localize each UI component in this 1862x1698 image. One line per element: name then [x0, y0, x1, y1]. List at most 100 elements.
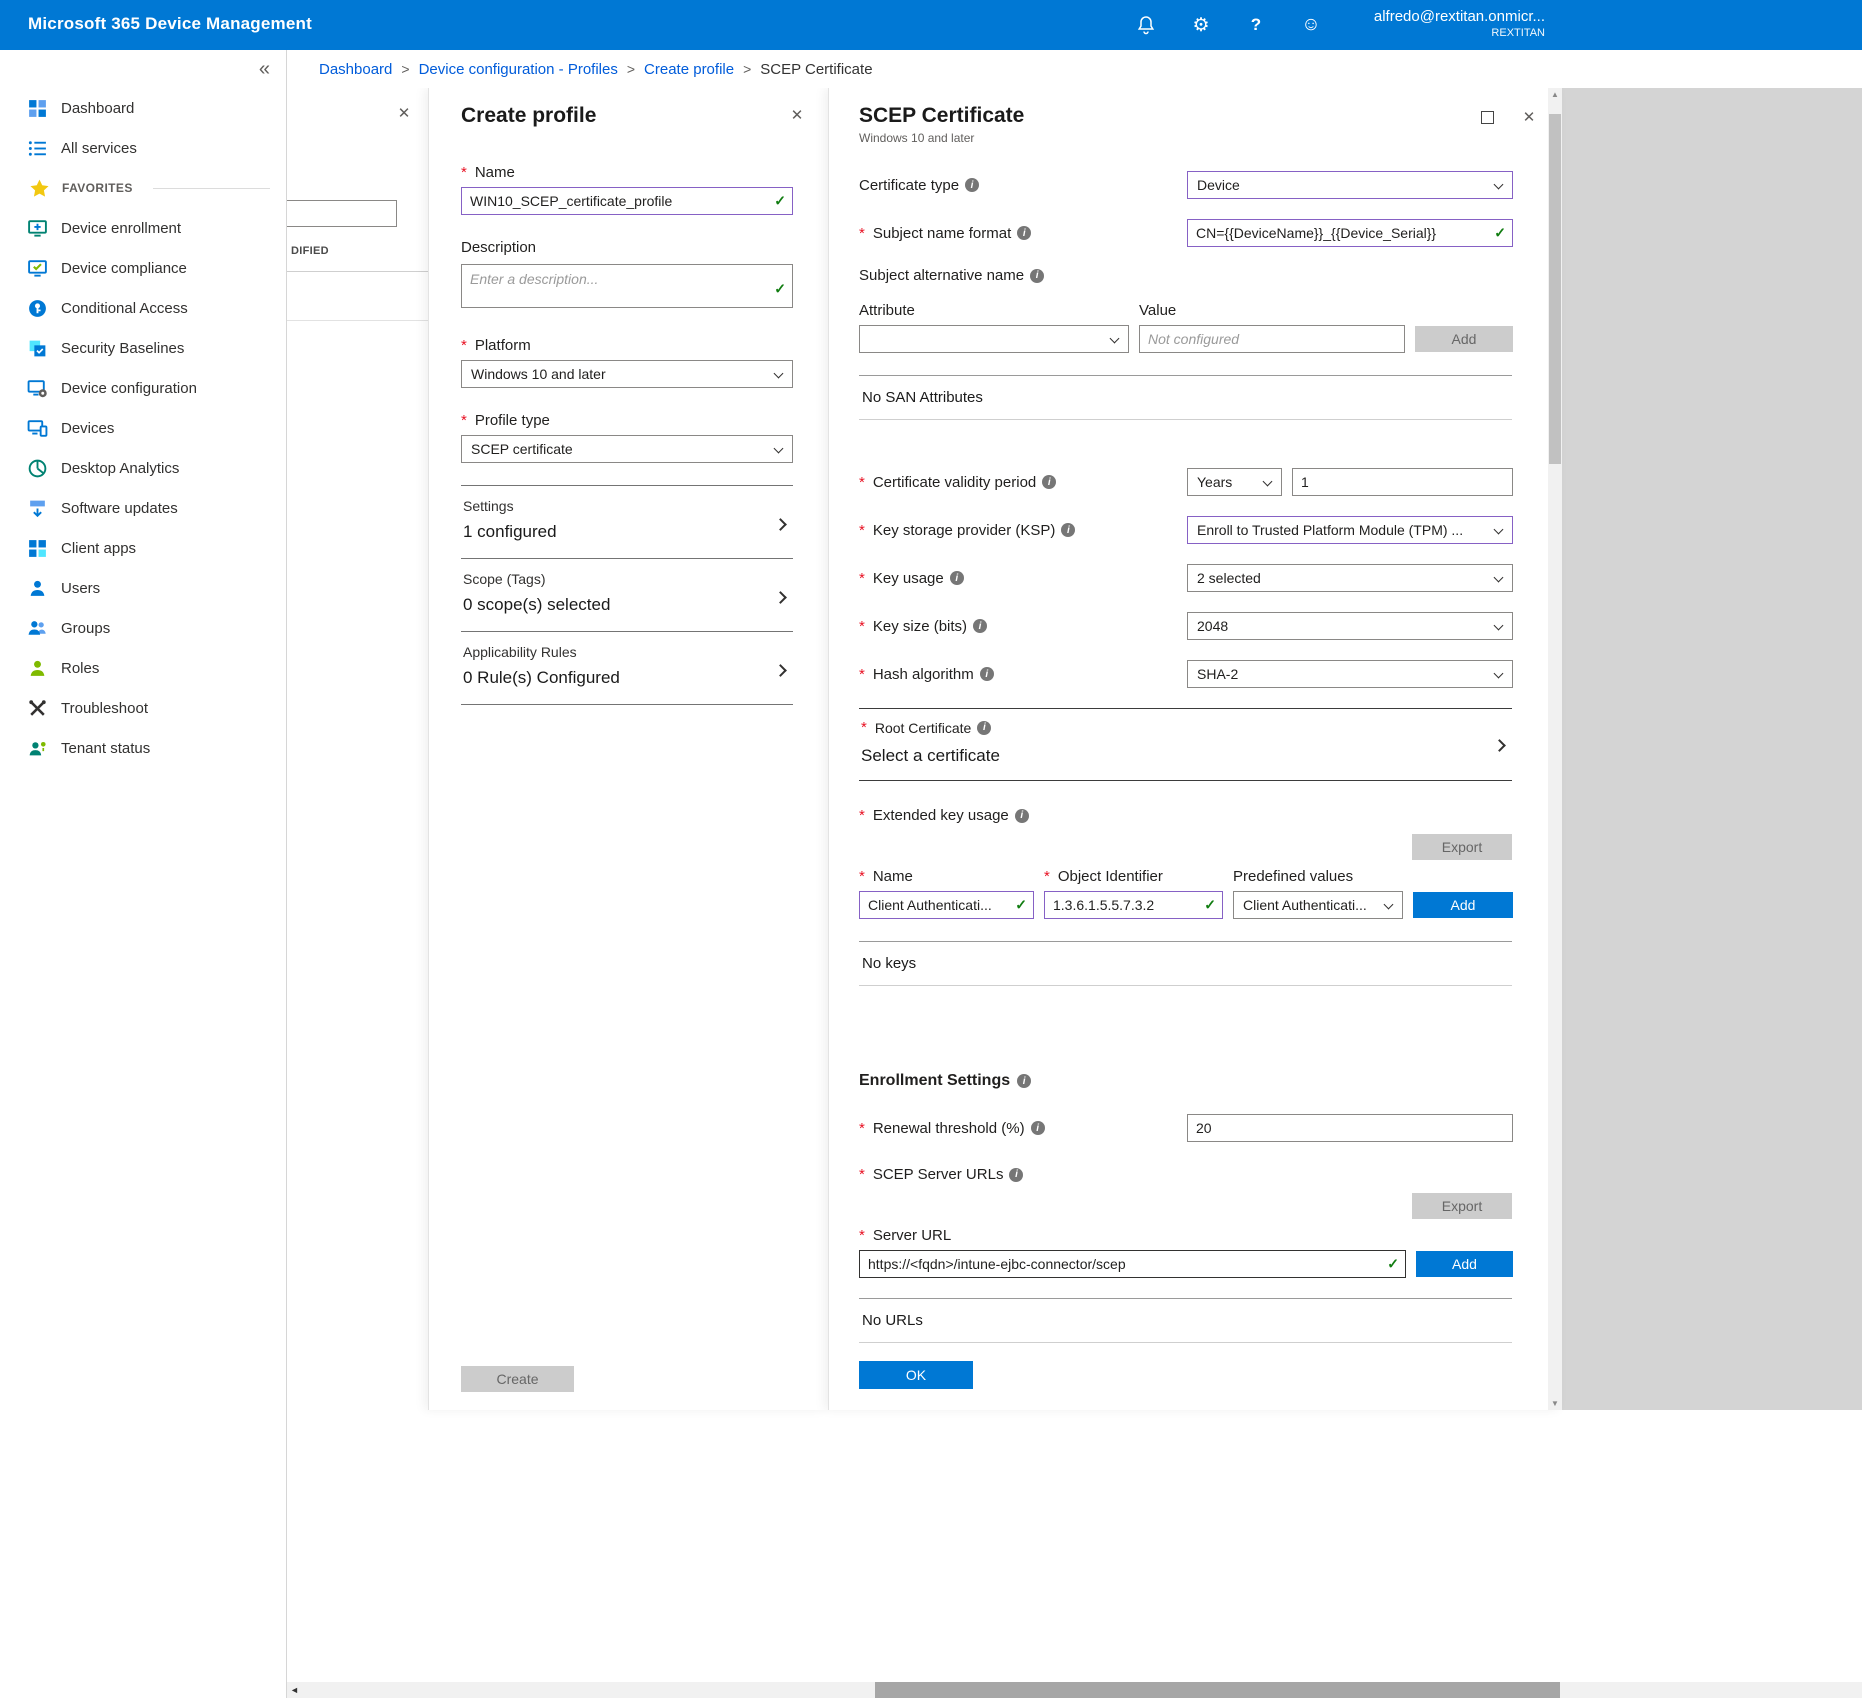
eku-name-input[interactable] [859, 891, 1034, 919]
sidebar-item-client-apps[interactable]: Client apps [0, 528, 286, 568]
subject-name-format-row: Subject name format [859, 219, 1512, 247]
settings-row[interactable]: Settings 1 configured [461, 485, 793, 559]
sidebar-item-all-services[interactable]: All services [0, 128, 286, 168]
san-value-label: Value [1139, 302, 1405, 319]
sidebar-item-label: Troubleshoot [61, 700, 148, 717]
breadcrumb-create-profile[interactable]: Create profile [644, 61, 734, 78]
info-icon[interactable] [1030, 269, 1044, 283]
sidebar-item-security-baselines[interactable]: Security Baselines [0, 328, 286, 368]
info-icon[interactable] [973, 619, 987, 633]
url-add-button[interactable]: Add [1416, 1251, 1513, 1277]
applicability-rules-row[interactable]: Applicability Rules 0 Rule(s) Configured [461, 632, 793, 705]
profile-type-select[interactable]: SCEP certificate [461, 435, 793, 463]
chevron-down-icon [1263, 477, 1273, 487]
info-icon[interactable] [1017, 226, 1031, 240]
profile-name-input[interactable] [461, 187, 793, 215]
close-icon[interactable] [788, 106, 806, 124]
name-label: Name [461, 164, 793, 181]
breadcrumb-separator-icon [743, 61, 751, 78]
sidebar-item-device-enrollment[interactable]: Device enrollment [0, 208, 286, 248]
eku-oid-input[interactable] [1044, 891, 1223, 919]
info-icon[interactable] [950, 571, 964, 585]
breadcrumb-separator-icon [627, 61, 635, 78]
root-certificate-row[interactable]: Root Certificate Select a certificate [859, 708, 1512, 781]
scroll-up-icon[interactable] [1548, 90, 1562, 99]
urls-export-button[interactable]: Export [1412, 1193, 1512, 1219]
create-button[interactable]: Create [461, 1366, 574, 1392]
platform-select[interactable]: Windows 10 and later [461, 360, 793, 388]
renewal-threshold-input[interactable] [1187, 1114, 1513, 1142]
sidebar-item-roles[interactable]: Roles [0, 648, 286, 688]
security-baselines-icon [27, 338, 48, 359]
validity-amount-input[interactable] [1292, 468, 1513, 496]
settings-gear-icon[interactable]: ⚙ [1190, 14, 1212, 36]
eku-add-button[interactable]: Add [1413, 892, 1513, 918]
info-icon[interactable] [1042, 475, 1056, 489]
scroll-left-icon[interactable] [290, 1685, 299, 1695]
feedback-smiley-icon[interactable]: ☺ [1300, 14, 1322, 36]
sidebar-item-devices[interactable]: Devices [0, 408, 286, 448]
sidebar-item-label: Device enrollment [61, 220, 181, 237]
chevron-down-icon [1494, 525, 1504, 535]
chevron-down-icon [1494, 621, 1504, 631]
account-menu[interactable]: alfredo@rextitan.onmicr... REXTITAN [1374, 8, 1545, 41]
ok-button[interactable]: OK [859, 1361, 973, 1389]
certificate-type-select[interactable]: Device [1187, 171, 1513, 199]
validity-unit-select[interactable]: Years [1187, 468, 1282, 496]
vertical-scrollbar[interactable] [1548, 88, 1562, 1410]
required-marker [461, 412, 469, 429]
sidebar-item-dashboard[interactable]: Dashboard [0, 88, 286, 128]
sidebar-item-troubleshoot[interactable]: Troubleshoot [0, 688, 286, 728]
san-attribute-select[interactable] [859, 325, 1129, 353]
eku-predefined-select[interactable]: Client Authenticati... [1233, 891, 1403, 919]
key-usage-select[interactable]: 2 selected [1187, 564, 1513, 592]
ksp-select[interactable]: Enroll to Trusted Platform Module (TPM) … [1187, 516, 1513, 544]
sidebar-item-label: All services [61, 140, 137, 157]
vertical-scrollbar-thumb[interactable] [1549, 114, 1561, 464]
divider [287, 271, 428, 272]
horizontal-scrollbar[interactable] [287, 1682, 1862, 1698]
sidebar-item-device-configuration[interactable]: Device configuration [0, 368, 286, 408]
key-size-select[interactable]: 2048 [1187, 612, 1513, 640]
breadcrumb-dashboard[interactable]: Dashboard [319, 61, 392, 78]
sidebar-item-conditional-access[interactable]: Conditional Access [0, 288, 286, 328]
subject-name-format-input[interactable] [1187, 219, 1513, 247]
san-add-button[interactable]: Add [1415, 326, 1513, 352]
info-icon[interactable] [1031, 1121, 1045, 1135]
info-icon[interactable] [977, 721, 991, 735]
description-input[interactable] [461, 264, 793, 308]
notifications-bell-icon[interactable] [1135, 14, 1157, 36]
breadcrumb: Dashboard Device configuration - Profile… [287, 50, 1862, 88]
eku-export-button[interactable]: Export [1412, 834, 1512, 860]
horizontal-scrollbar-thumb[interactable] [875, 1682, 1560, 1698]
sidebar-item-groups[interactable]: Groups [0, 608, 286, 648]
required-marker [859, 570, 867, 587]
sidebar-item-software-updates[interactable]: Software updates [0, 488, 286, 528]
sidebar-item-device-compliance[interactable]: Device compliance [0, 248, 286, 288]
ksp-label: Key storage provider (KSP) [859, 522, 1187, 539]
info-icon[interactable] [1017, 1074, 1031, 1088]
server-url-input[interactable] [859, 1250, 1406, 1278]
breadcrumb-profiles[interactable]: Device configuration - Profiles [419, 61, 618, 78]
maximize-icon[interactable] [1481, 111, 1494, 124]
sidebar-item-tenant-status[interactable]: Tenant status [0, 728, 286, 768]
info-icon[interactable] [965, 178, 979, 192]
sidebar-item-users[interactable]: Users [0, 568, 286, 608]
info-icon[interactable] [1061, 523, 1075, 537]
info-icon[interactable] [1015, 809, 1029, 823]
sidebar-item-label: Devices [61, 420, 114, 437]
close-icon[interactable] [395, 104, 413, 122]
sidebar-collapse-icon[interactable] [259, 58, 270, 81]
info-icon[interactable] [980, 667, 994, 681]
required-marker [859, 522, 867, 539]
help-icon[interactable]: ? [1245, 14, 1267, 36]
search-input[interactable] [281, 200, 397, 227]
profile-type-label: Profile type [461, 412, 793, 429]
close-icon[interactable] [1520, 108, 1538, 126]
info-icon[interactable] [1009, 1168, 1023, 1182]
san-value-input[interactable] [1139, 325, 1405, 353]
scroll-down-icon[interactable] [1548, 1399, 1562, 1408]
hash-algorithm-select[interactable]: SHA-2 [1187, 660, 1513, 688]
sidebar-item-desktop-analytics[interactable]: Desktop Analytics [0, 448, 286, 488]
scope-tags-row[interactable]: Scope (Tags) 0 scope(s) selected [461, 559, 793, 632]
